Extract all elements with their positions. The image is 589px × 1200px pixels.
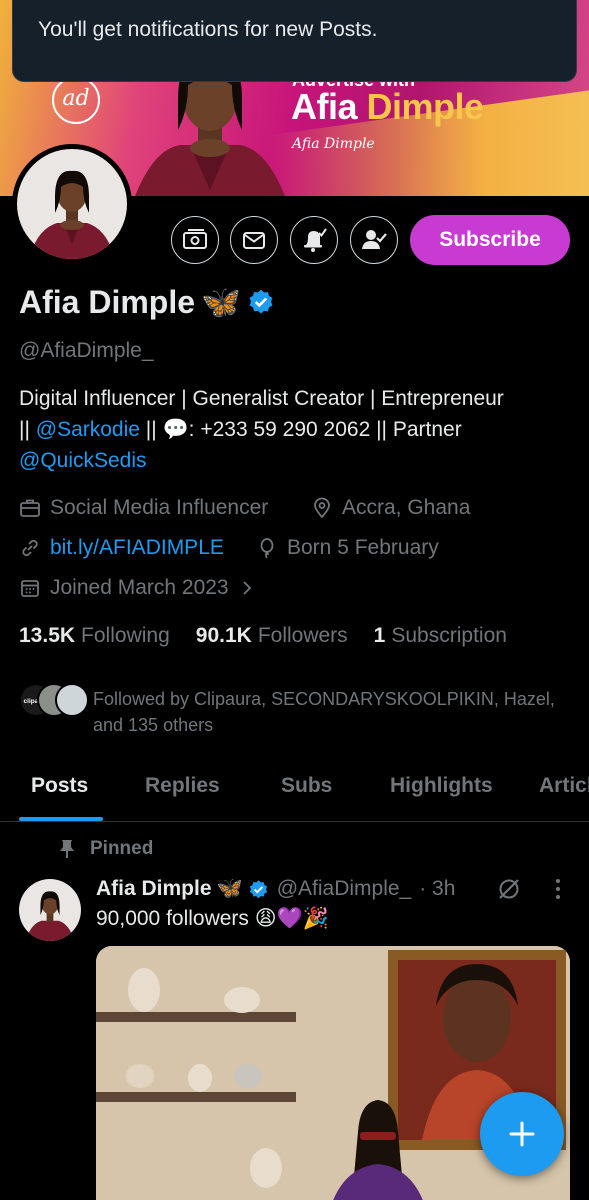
profile-handle: @AfiaDimple_ <box>19 339 154 362</box>
profile-website[interactable]: bit.ly/AFIADIMPLE <box>19 536 224 560</box>
followers-count: 90.1K <box>195 624 252 647</box>
website-link[interactable]: bit.ly/AFIADIMPLE <box>50 536 224 560</box>
bio-contact: || 💬: +233 59 290 2062 || Partner <box>139 418 462 441</box>
profile-birthday: Born 5 February <box>256 536 439 560</box>
pin-icon <box>60 840 74 858</box>
active-tab-indicator <box>19 817 103 821</box>
butterfly-emoji: 🦋 <box>216 877 243 900</box>
follower-avatar <box>55 683 89 717</box>
banner-brand-second: Dimple <box>366 86 485 127</box>
bio-line-1: Digital Influencer | Generalist Creator … <box>19 387 504 410</box>
category-text: Social Media Influencer <box>50 496 269 519</box>
tab-articles[interactable]: Articles <box>539 774 589 798</box>
banner-brand: Afia Dimple <box>291 86 484 128</box>
bell-check-icon <box>304 228 327 252</box>
tab-subs[interactable]: Subs <box>281 774 332 798</box>
briefcase-icon <box>20 499 40 517</box>
post-author-handle[interactable]: @AfiaDimple_ <box>277 877 412 901</box>
tab-replies[interactable]: Replies <box>145 774 220 798</box>
followed-by-avatars[interactable]: clipaura <box>19 683 89 717</box>
profile-category: Social Media Influencer <box>19 496 268 520</box>
birthday-text: Born 5 February <box>287 536 439 559</box>
bio-separator: || <box>19 418 36 441</box>
toast-message: You'll get notifications for new Posts. <box>38 18 378 41</box>
subscriptions-stat[interactable]: 1 Subscription <box>374 624 507 648</box>
following-count: 13.5K <box>19 624 76 647</box>
calendar-icon <box>21 580 39 597</box>
post-author-avatar[interactable] <box>19 879 81 941</box>
avatar-photo <box>19 879 81 941</box>
banner-signature: Afia Dimple <box>292 136 375 152</box>
more-options-icon[interactable] <box>548 876 568 902</box>
mention-sarkodie[interactable]: @Sarkodie <box>36 418 140 441</box>
following-stat[interactable]: 13.5K Following <box>19 624 170 648</box>
post-text: 90,000 followers 😩💜🎉 <box>96 907 329 930</box>
subscriptions-label: Subscription <box>391 624 507 647</box>
profile-joined[interactable]: Joined March 2023 <box>19 576 256 600</box>
notification-toast: You'll get notifications for new Posts. <box>12 0 577 82</box>
followers-label: Followers <box>257 624 348 647</box>
tab-posts[interactable]: Posts <box>31 774 88 798</box>
notifications-button[interactable] <box>290 216 338 264</box>
followed-by-text[interactable]: Followed by Clipaura, SECONDARYSKOOLPIKI… <box>93 686 563 738</box>
tab-highlights[interactable]: Highlights <box>390 774 493 798</box>
monetization-button[interactable] <box>171 216 219 264</box>
link-icon <box>22 539 38 557</box>
balloon-icon <box>260 538 274 559</box>
location-text: Accra, Ghana <box>342 496 471 519</box>
grok-icon[interactable] <box>496 876 522 902</box>
followers-stat[interactable]: 90.1K Followers <box>196 624 348 648</box>
message-button[interactable] <box>230 216 278 264</box>
subscriptions-count: 1 <box>373 624 386 647</box>
butterfly-emoji: 🦋 <box>201 284 241 320</box>
profile-name: Afia Dimple 🦋 <box>19 283 275 321</box>
money-icon <box>183 229 207 249</box>
profile-tabs: Posts Replies Subs Highlights Articles <box>0 760 589 822</box>
joined-text: Joined March 2023 <box>50 576 229 599</box>
plus-icon <box>509 1121 535 1147</box>
banner-brand-first: Afia <box>291 86 358 127</box>
post-header: Afia Dimple 🦋 @AfiaDimple_ · 3h <box>96 877 455 901</box>
pinned-label: Pinned <box>58 838 153 860</box>
verified-badge-icon[interactable] <box>247 288 275 316</box>
profile-stats: 13.5K Following 90.1K Followers 1 Subscript… <box>19 624 507 648</box>
bio-line-2: || @Sarkodie || 💬: +233 59 290 2062 || P… <box>19 414 579 445</box>
location-pin-icon <box>314 497 330 519</box>
chevron-right-icon <box>242 581 251 595</box>
profile-avatar[interactable] <box>12 144 132 264</box>
post-time: · 3h <box>419 877 456 900</box>
post-author-name[interactable]: Afia Dimple <box>96 877 212 901</box>
envelope-icon <box>243 232 265 249</box>
avatar-photo <box>17 149 127 259</box>
profile-bio: Digital Influencer | Generalist Creator … <box>19 383 579 476</box>
compose-post-button[interactable] <box>480 1092 564 1176</box>
following-label: Following <box>81 624 170 647</box>
mention-quicksedis[interactable]: @QuickSedis <box>19 449 147 472</box>
profile-name-text: Afia Dimple <box>19 283 196 320</box>
banner-ad-logo: ad <box>52 76 100 124</box>
user-check-icon <box>362 230 387 249</box>
profile-location: Accra, Ghana <box>311 496 470 520</box>
following-button[interactable] <box>350 216 398 264</box>
verified-badge-icon <box>249 879 267 898</box>
pinned-text: Pinned <box>90 838 154 859</box>
subscribe-button[interactable]: Subscribe <box>410 215 570 265</box>
